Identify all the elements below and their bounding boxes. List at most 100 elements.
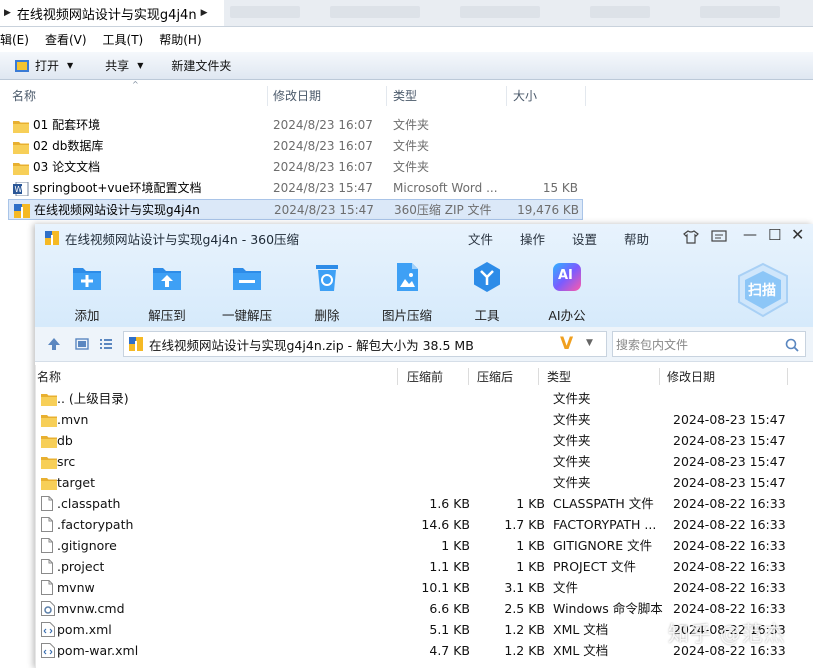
minimize-icon[interactable]: —: [743, 227, 757, 243]
zip-row[interactable]: target 文件夹 2024-08-23 15:47: [35, 472, 813, 493]
watermark: 知乎 @范杰: [668, 622, 786, 646]
zip-row-type: PROJECT 文件: [553, 559, 636, 574]
col-type[interactable]: 类型: [393, 84, 417, 108]
skin-icon[interactable]: [683, 230, 699, 244]
zip-row-packed: 1.1 KB: [429, 559, 470, 574]
menu-help[interactable]: 帮助(H): [159, 31, 201, 48]
zip-row[interactable]: mvnw.cmd 6.6 KB 2.5 KB Windows 命令脚本 2024-08-…: [35, 598, 813, 619]
explorer-row-date: 2024/8/23 16:07: [273, 118, 373, 132]
view-icon[interactable]: [75, 337, 89, 351]
explorer-row-date: 2024/8/23 16:07: [273, 160, 373, 174]
zip-col-type[interactable]: 类型: [547, 368, 571, 385]
explorer-row[interactable]: 01 配套环境 2024/8/23 16:07 文件夹: [8, 115, 583, 136]
zip-row-type: 文件夹: [553, 412, 591, 427]
zip-row[interactable]: .mvn 文件夹 2024-08-23 15:47: [35, 409, 813, 430]
one-click-extract-button[interactable]: 一键解压: [212, 260, 282, 324]
zip-row[interactable]: src 文件夹 2024-08-23 15:47: [35, 451, 813, 472]
zip-row[interactable]: db 文件夹 2024-08-23 15:47: [35, 430, 813, 451]
extract-to-icon: [153, 268, 181, 290]
delete-button[interactable]: 删除: [292, 260, 362, 324]
explorer-row-name: 02 db数据库: [33, 139, 104, 153]
zip-row-date: 2024-08-22 16:33: [673, 538, 786, 553]
zip-search-input[interactable]: 搜索包内文件: [612, 331, 806, 357]
zip-row[interactable]: mvnw 10.1 KB 3.1 KB 文件 2024-08-22 16:33: [35, 577, 813, 598]
zip-col-date[interactable]: 修改日期: [667, 368, 715, 385]
file-icon: [41, 517, 53, 532]
zip-menu-file[interactable]: 文件: [468, 229, 493, 248]
zip-row-name: pom-war.xml: [57, 643, 139, 658]
image-compress-button[interactable]: 图片压缩: [372, 260, 442, 324]
zip-row[interactable]: .factorypath 14.6 KB 1.7 KB FACTORYPATH ...…: [35, 514, 813, 535]
zip-row-compressed: 1.2 KB: [504, 643, 545, 658]
col-date[interactable]: 修改日期: [273, 84, 321, 108]
xml-file-icon: [41, 622, 55, 637]
open-button[interactable]: 打开 ▼: [6, 54, 81, 78]
explorer-menubar: 编辑(E) 查看(V) 工具(T) 帮助(H): [0, 28, 813, 50]
zip-row-packed: 4.7 KB: [429, 643, 470, 658]
menu-edit[interactable]: 编辑(E): [0, 31, 29, 48]
explorer-column-header: 名称 ^ 修改日期 类型 大小: [0, 80, 813, 108]
folder-icon: [13, 121, 29, 133]
explorer-row[interactable]: 03 论文文档 2024/8/23 16:07 文件夹: [8, 157, 583, 178]
menu-tools[interactable]: 工具(T): [103, 31, 144, 48]
tools-label: 工具: [474, 308, 500, 323]
close-icon[interactable]: ✕: [791, 225, 804, 244]
zip-row-compressed: 2.5 KB: [504, 601, 545, 616]
feedback-icon[interactable]: [711, 230, 727, 244]
list-view-icon[interactable]: [99, 337, 113, 351]
tools-button[interactable]: 工具: [452, 260, 522, 324]
chevron-down-icon: ▼: [67, 61, 74, 70]
share-button[interactable]: 共享 ▼: [97, 54, 151, 78]
explorer-row-name: springboot+vue环境配置文档: [33, 181, 202, 195]
image-compress-label: 图片压缩: [381, 308, 432, 323]
zip-menu-help[interactable]: 帮助: [624, 229, 649, 248]
explorer-row-date: 2024/8/23 15:47: [273, 181, 373, 195]
add-icon: [73, 268, 101, 290]
zip-title-text: 在线视频网站设计与实现g4j4n - 360压缩: [65, 231, 300, 247]
zip-menu-settings[interactable]: 设置: [572, 229, 597, 248]
up-arrow-icon[interactable]: [47, 337, 61, 351]
explorer-row-type: 文件夹: [393, 160, 430, 174]
zip-col-packed[interactable]: 压缩前: [407, 368, 443, 385]
maximize-icon[interactable]: ☐: [768, 226, 781, 244]
open-label: 打开: [35, 59, 60, 73]
explorer-row-size: 15 KB: [542, 181, 578, 195]
zip-col-name[interactable]: 名称: [37, 368, 61, 385]
explorer-row[interactable]: 在线视频网站设计与实现g4j4n 2024/8/23 15:47 360压缩 ZIP…: [8, 199, 583, 220]
explorer-row-date: 2024/8/23 16:07: [273, 139, 373, 153]
search-icon[interactable]: [785, 338, 799, 352]
zip-row-compressed: 1.2 KB: [504, 622, 545, 637]
zip-row[interactable]: .project 1.1 KB 1 KB PROJECT 文件 2024-08-22 1…: [35, 556, 813, 577]
col-size[interactable]: 大小: [513, 84, 537, 108]
add-button[interactable]: 添加: [52, 260, 122, 324]
explorer-row-type: 文件夹: [393, 139, 430, 153]
one-click-extract-icon: [233, 268, 261, 290]
folder-icon: [41, 436, 57, 448]
menu-view[interactable]: 查看(V): [45, 31, 87, 48]
col-name[interactable]: 名称: [12, 84, 36, 108]
explorer-row[interactable]: 02 db数据库 2024/8/23 16:07 文件夹: [8, 136, 583, 157]
zip-row[interactable]: .gitignore 1 KB 1 KB GITIGNORE 文件 2024-08-22…: [35, 535, 813, 556]
zip-col-compressed[interactable]: 压缩后: [477, 368, 513, 385]
v-logo-icon[interactable]: V: [560, 334, 573, 354]
zip-row-date: 2024-08-22 16:33: [673, 559, 786, 574]
zip-row-name: src: [57, 454, 76, 469]
zip-menu-action[interactable]: 操作: [520, 229, 545, 248]
zip-title: 在线视频网站设计与实现g4j4n - 360压缩: [45, 229, 299, 247]
zip-address-field[interactable]: 在线视频网站设计与实现g4j4n.zip - 解包大小为 38.5 MB V ▼: [123, 331, 607, 357]
new-folder-button[interactable]: 新建文件夹: [163, 54, 239, 78]
ai-office-label: AI办公: [548, 308, 586, 323]
chevron-down-icon[interactable]: ▼: [586, 338, 593, 348]
explorer-row-type: Microsoft Word ...: [393, 181, 498, 195]
ai-office-button[interactable]: AI AI办公: [532, 260, 602, 324]
zip-row[interactable]: .. (上级目录) 文件夹: [35, 388, 813, 409]
scan-button[interactable]: 扫描: [735, 262, 791, 318]
ai-icon-text: AI: [558, 268, 573, 283]
breadcrumb[interactable]: ▶ 在线视频网站设计与实现g4j4n ▶: [0, 0, 224, 26]
explorer-row[interactable]: Wspringboot+vue环境配置文档 2024/8/23 15:47 Micr…: [8, 178, 583, 199]
file-icon: [41, 538, 53, 553]
zip-row[interactable]: .classpath 1.6 KB 1 KB CLASSPATH 文件 2024-08-…: [35, 493, 813, 514]
extract-to-button[interactable]: 解压到: [132, 260, 202, 324]
zip-row-name: .mvn: [57, 412, 89, 427]
breadcrumb-folder[interactable]: 在线视频网站设计与实现g4j4n: [17, 4, 197, 23]
